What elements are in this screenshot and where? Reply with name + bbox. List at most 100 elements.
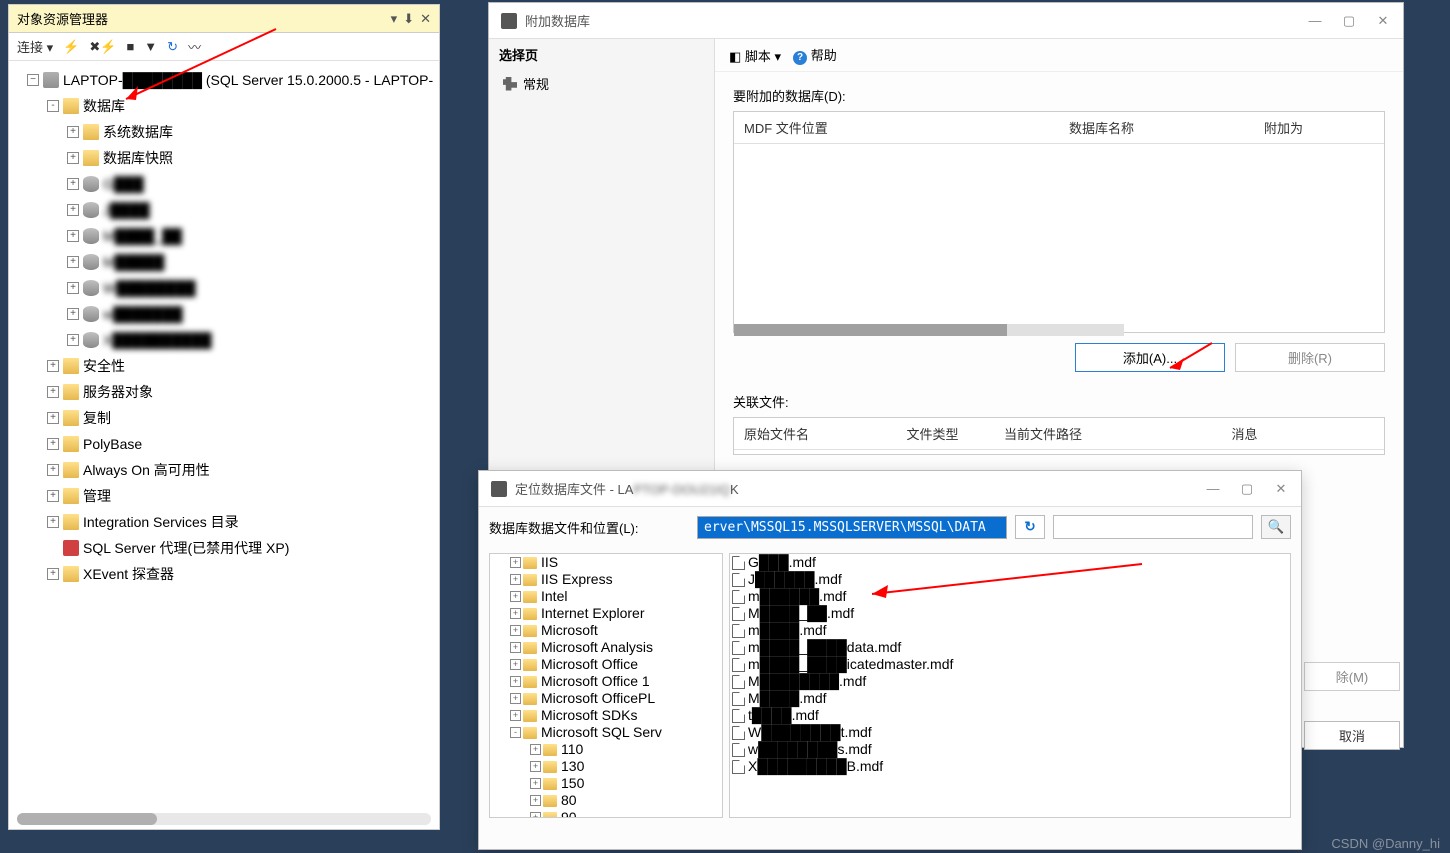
folder-node[interactable]: +Intel — [490, 588, 722, 605]
add-button[interactable]: 添加(A)... — [1075, 343, 1225, 372]
dialog-titlebar[interactable]: 附加数据库 — ▢ ✕ — [489, 3, 1403, 39]
stop-icon[interactable]: ■ — [126, 39, 134, 54]
folder-node[interactable]: -Microsoft SQL Serv — [490, 724, 722, 741]
filter-icon[interactable]: ▼ — [144, 39, 157, 54]
tree-node[interactable]: +X██████████ — [9, 327, 439, 353]
expand-icon[interactable]: + — [530, 778, 541, 789]
file-item[interactable]: m████.mdf — [730, 622, 1290, 639]
tree-node[interactable]: +G███ — [9, 171, 439, 197]
tree-node[interactable]: +安全性 — [9, 353, 439, 379]
tree-node[interactable]: +复制 — [9, 405, 439, 431]
col-attach-as[interactable]: 附加为 — [1254, 116, 1384, 139]
tree-node[interactable]: +服务器对象 — [9, 379, 439, 405]
close-icon[interactable]: ✕ — [420, 11, 431, 27]
expand-icon[interactable]: + — [47, 568, 59, 580]
search-input[interactable] — [1053, 515, 1253, 539]
expand-icon[interactable]: + — [67, 308, 79, 320]
expand-icon[interactable]: + — [47, 386, 59, 398]
expand-icon[interactable]: + — [47, 516, 59, 528]
tree-node[interactable]: SQL Server 代理(已禁用代理 XP) — [9, 535, 439, 561]
col-mdf-location[interactable]: MDF 文件位置 — [734, 116, 1059, 139]
file-item[interactable]: M████████.mdf — [730, 673, 1290, 690]
expand-icon[interactable]: + — [510, 574, 521, 585]
col-orig-filename[interactable]: 原始文件名 — [734, 422, 897, 445]
file-item[interactable]: m████_████data.mdf — [730, 639, 1290, 656]
expand-icon[interactable]: + — [510, 591, 521, 602]
expand-icon[interactable]: + — [510, 676, 521, 687]
close-icon[interactable]: ✕ — [1273, 481, 1289, 497]
col-db-name[interactable]: 数据库名称 — [1059, 116, 1254, 139]
folder-node[interactable]: +Microsoft OfficePL — [490, 690, 722, 707]
refresh-icon[interactable]: ↻ — [167, 39, 178, 55]
files-grid[interactable]: 原始文件名 文件类型 当前文件路径 消息 — [733, 417, 1385, 455]
tree-node[interactable]: +数据库快照 — [9, 145, 439, 171]
expand-icon[interactable]: + — [47, 360, 59, 372]
expand-icon[interactable]: + — [67, 282, 79, 294]
plug-x-icon[interactable]: ✖⚡ — [89, 39, 116, 55]
databases-grid[interactable]: MDF 文件位置 数据库名称 附加为 — [733, 111, 1385, 333]
expand-icon[interactable]: - — [510, 727, 521, 738]
expand-icon[interactable]: + — [530, 744, 541, 755]
plug-icon[interactable]: ⚡ — [63, 39, 79, 55]
server-node[interactable]: − LAPTOP-████████ (SQL Server 15.0.2000.… — [9, 67, 439, 93]
folder-node[interactable]: +130 — [490, 758, 722, 775]
expand-icon[interactable]: + — [67, 256, 79, 268]
tree-node[interactable]: +PolyBase — [9, 431, 439, 457]
file-item[interactable]: w████████s.mdf — [730, 741, 1290, 758]
tree-node[interactable]: -数据库 — [9, 93, 439, 119]
expand-icon[interactable]: + — [47, 464, 59, 476]
expand-icon[interactable]: + — [67, 178, 79, 190]
tree-node[interactable]: +XEvent 探查器 — [9, 561, 439, 587]
expand-icon[interactable]: + — [510, 693, 521, 704]
file-item[interactable]: X█████████B.mdf — [730, 758, 1290, 775]
minimize-icon[interactable]: — — [1307, 13, 1323, 29]
folder-node[interactable]: +IIS Express — [490, 571, 722, 588]
expand-icon[interactable]: + — [67, 334, 79, 346]
connect-button[interactable]: 连接 ▾ — [17, 37, 53, 56]
close-icon[interactable]: ✕ — [1375, 13, 1391, 29]
path-input[interactable] — [697, 516, 1007, 539]
file-item[interactable]: M████_██.mdf — [730, 605, 1290, 622]
expand-icon[interactable]: + — [510, 642, 521, 653]
expand-icon[interactable]: + — [47, 490, 59, 502]
file-item[interactable]: m████_████icatedmaster.mdf — [730, 656, 1290, 673]
folder-node[interactable]: +Microsoft Office 1 — [490, 673, 722, 690]
maximize-icon[interactable]: ▢ — [1341, 13, 1357, 29]
expand-icon[interactable]: + — [530, 761, 541, 772]
col-message[interactable]: 消息 — [1222, 422, 1385, 445]
expand-icon[interactable]: + — [47, 412, 59, 424]
tree-node[interactable]: +M█████ — [9, 249, 439, 275]
folder-node[interactable]: +90 — [490, 809, 722, 818]
expand-icon[interactable]: + — [510, 608, 521, 619]
file-item[interactable]: J██████.mdf — [730, 571, 1290, 588]
horizontal-scrollbar[interactable] — [17, 813, 431, 825]
pin-icon[interactable]: ⬇ — [403, 11, 414, 27]
expand-icon[interactable]: + — [67, 152, 79, 164]
help-button[interactable]: ? 帮助 — [793, 45, 837, 65]
tree-node[interactable]: +Always On 高可用性 — [9, 457, 439, 483]
file-item[interactable]: t████.mdf — [730, 707, 1290, 724]
folder-node[interactable]: +Internet Explorer — [490, 605, 722, 622]
expand-icon[interactable]: + — [530, 812, 541, 818]
activity-icon[interactable]: 〰 — [188, 37, 201, 56]
col-current-path[interactable]: 当前文件路径 — [994, 422, 1222, 445]
expand-icon[interactable]: + — [510, 710, 521, 721]
script-button[interactable]: ◧ 脚本 ▾ — [729, 46, 781, 65]
expand-icon[interactable]: + — [510, 557, 521, 568]
tree-node[interactable]: +J████ — [9, 197, 439, 223]
expand-icon[interactable]: + — [67, 230, 79, 242]
folder-tree[interactable]: +IIS+IIS Express+Intel+Internet Explorer… — [489, 553, 723, 818]
tree-node[interactable]: +管理 — [9, 483, 439, 509]
folder-node[interactable]: +IIS — [490, 554, 722, 571]
grid-scrollbar[interactable] — [734, 324, 1124, 336]
file-item[interactable]: G███.mdf — [730, 554, 1290, 571]
minimize-icon[interactable]: — — [1205, 481, 1221, 497]
tree-node[interactable]: +W████████ — [9, 275, 439, 301]
folder-node[interactable]: +80 — [490, 792, 722, 809]
dropdown-icon[interactable]: ▾ — [391, 11, 398, 27]
page-general[interactable]: 常规 — [489, 70, 714, 97]
folder-node[interactable]: +Microsoft SDKs — [490, 707, 722, 724]
locate-titlebar[interactable]: 定位数据库文件 - LAPTOP-DOU21IQK — ▢ ✕ — [479, 471, 1301, 507]
folder-node[interactable]: +150 — [490, 775, 722, 792]
folder-node[interactable]: +Microsoft Analysis — [490, 639, 722, 656]
